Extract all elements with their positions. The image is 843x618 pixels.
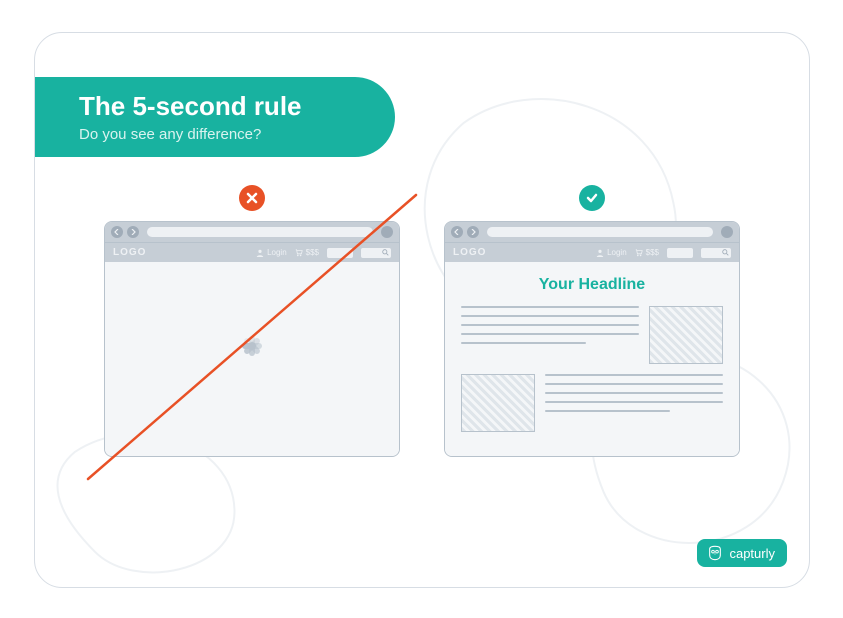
image-placeholder [649, 306, 723, 364]
nav-fwd-icon [127, 226, 139, 238]
content-row-1 [445, 306, 739, 374]
search-icon [722, 249, 729, 256]
address-bar [147, 227, 373, 237]
address-bar [487, 227, 713, 237]
header-pill: The 5-second rule Do you see any differe… [35, 77, 395, 157]
browser-body-content: Your Headline [445, 262, 739, 456]
image-placeholder [461, 374, 535, 432]
comparison-row: LOGO Login $$$ [35, 221, 809, 457]
text-lines [461, 306, 639, 364]
close-icon [381, 226, 393, 238]
search-box-mini [667, 248, 693, 258]
cart-icon [635, 249, 643, 257]
nav-back-icon [111, 226, 123, 238]
slide-card: The 5-second rule Do you see any differe… [34, 32, 810, 588]
cross-icon [239, 185, 265, 211]
cart-price: $$$ [306, 248, 319, 257]
login-button: Login [596, 248, 627, 257]
text-lines [545, 374, 723, 432]
search-box-mini [327, 248, 353, 258]
site-logo: LOGO [113, 247, 146, 258]
nav-fwd-icon [467, 226, 479, 238]
login-button: Login [256, 248, 287, 257]
header-subtitle: Do you see any difference? [79, 126, 351, 143]
brand-name: capturly [729, 546, 775, 561]
search-icon [382, 249, 389, 256]
user-icon [256, 249, 264, 257]
brand-owl-icon [707, 545, 723, 561]
browser-good-wrap: LOGO Login $$$ Your H [444, 221, 740, 457]
login-label: Login [607, 248, 627, 257]
browser-body-loading [105, 262, 399, 456]
nav-back-icon [451, 226, 463, 238]
brand-badge: capturly [697, 539, 787, 567]
loading-spinner-icon [227, 334, 277, 384]
browser-bad: LOGO Login $$$ [104, 221, 400, 457]
browser-chrome-top [105, 222, 399, 242]
site-logo: LOGO [453, 247, 486, 258]
content-row-2 [445, 374, 739, 442]
user-icon [596, 249, 604, 257]
page-headline: Your Headline [445, 276, 739, 294]
site-topbar: LOGO Login $$$ [445, 242, 739, 262]
browser-bad-wrap: LOGO Login $$$ [104, 221, 400, 457]
site-topbar: LOGO Login $$$ [105, 242, 399, 262]
search-box-mini-2 [361, 248, 391, 258]
header-title: The 5-second rule [79, 91, 351, 122]
browser-good: LOGO Login $$$ Your H [444, 221, 740, 457]
close-icon [721, 226, 733, 238]
browser-chrome-top [445, 222, 739, 242]
search-box-mini-2 [701, 248, 731, 258]
cart-price: $$$ [646, 248, 659, 257]
login-label: Login [267, 248, 287, 257]
cart-button: $$$ [295, 248, 319, 257]
cart-button: $$$ [635, 248, 659, 257]
cart-icon [295, 249, 303, 257]
check-icon [579, 185, 605, 211]
